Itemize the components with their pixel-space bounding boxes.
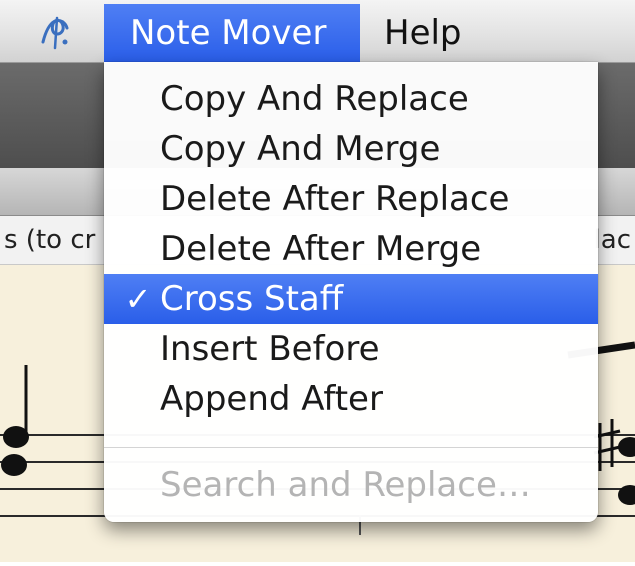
menu-item-delete-after-merge[interactable]: Delete After Merge [104, 224, 598, 274]
menu-separator [104, 447, 598, 448]
menu-item-label: Copy And Merge [160, 129, 441, 169]
music-clef-icon[interactable] [30, 8, 80, 56]
menu-item-delete-after-replace[interactable]: Delete After Replace [104, 174, 598, 224]
menu-item-copy-and-replace[interactable]: Copy And Replace [104, 74, 598, 124]
note-mover-menu: Copy And Replace Copy And Merge Delete A… [104, 62, 598, 522]
menu-bar: Note Mover Help [0, 0, 635, 63]
menu-item-copy-and-merge[interactable]: Copy And Merge [104, 124, 598, 174]
menu-item-append-after[interactable]: Append After [104, 374, 598, 424]
menu-item-label: Insert Before [160, 329, 380, 369]
menu-item-label: Delete After Merge [160, 229, 482, 269]
menu-item-label: Delete After Replace [160, 179, 510, 219]
menu-item-label: Cross Staff [160, 279, 344, 319]
checkmark-icon: ✓ [124, 280, 152, 318]
menu-item-cross-staff[interactable]: ✓ Cross Staff [104, 274, 598, 324]
hint-text-left: s (to cr [4, 225, 96, 255]
hint-text-right: lac [593, 225, 631, 255]
menu-help[interactable]: Help [358, 4, 488, 62]
menu-item-search-and-replace: Search and Replace… [104, 460, 598, 510]
menu-item-label: Append After [160, 379, 383, 419]
menu-item-insert-before[interactable]: Insert Before [104, 324, 598, 374]
menu-item-label: Copy And Replace [160, 79, 469, 119]
menu-note-mover[interactable]: Note Mover [104, 4, 360, 62]
menu-item-label: Search and Replace… [160, 465, 531, 505]
